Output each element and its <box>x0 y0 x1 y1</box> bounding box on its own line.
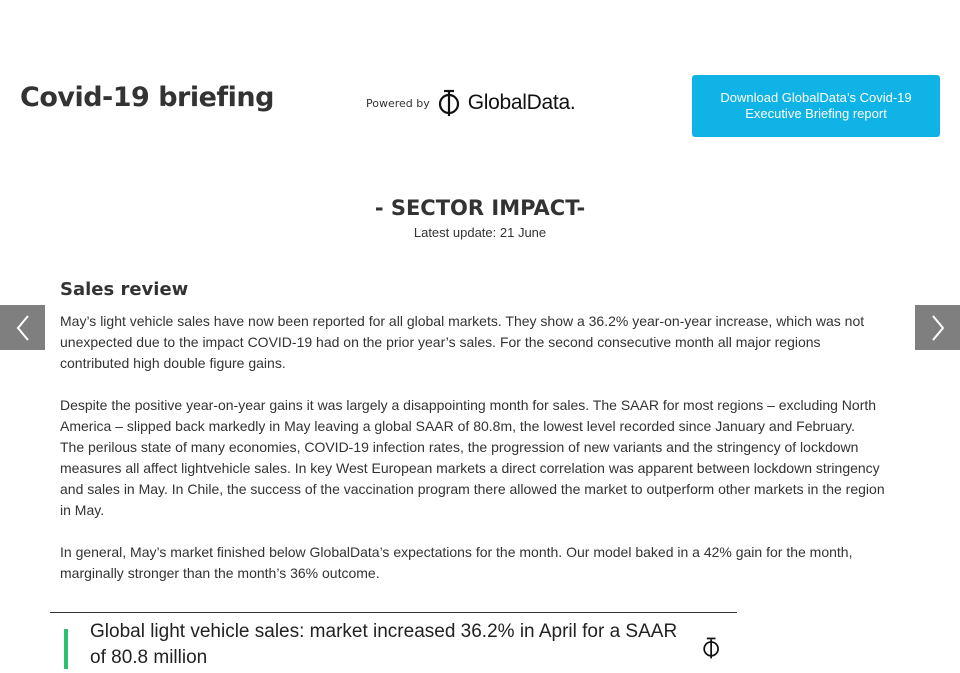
chart-preview: Global light vehicle sales: market incre… <box>50 612 737 673</box>
article-paragraph: The perilous state of many economies, CO… <box>60 439 885 518</box>
globaldata-logo-icon <box>703 637 719 659</box>
powered-by: Powered by GlobalData. <box>366 88 576 118</box>
latest-update: Latest update: 21 June <box>413 225 547 240</box>
article-subhead: Sales review <box>60 279 189 300</box>
globaldata-logo-icon <box>438 89 459 116</box>
next-slide-button[interactable] <box>915 305 960 350</box>
chart-preview-title: Global light vehicle sales: market incre… <box>90 621 678 668</box>
article-paragraph: Despite the positive year-on-year gains … <box>60 397 877 434</box>
page-title: Covid-19 briefing <box>20 82 275 113</box>
article-body: May’s light vehicle sales have now been … <box>60 311 890 605</box>
powered-by-label: Powered by <box>366 96 430 110</box>
previous-slide-button[interactable] <box>0 305 45 350</box>
chevron-right-icon <box>931 314 944 341</box>
article-paragraph: In general, May’s market finished below … <box>60 544 853 581</box>
article-paragraph: May’s light vehicle sales have now been … <box>60 313 865 371</box>
download-report-button[interactable]: Download GlobalData’s Covid-19 Executive… <box>692 75 940 137</box>
section-heading: - SECTOR IMPACT- <box>374 196 586 220</box>
chart-accent-bar <box>64 629 68 669</box>
chevron-left-icon <box>16 314 29 341</box>
globaldata-logo-text: GlobalData. <box>467 91 576 114</box>
